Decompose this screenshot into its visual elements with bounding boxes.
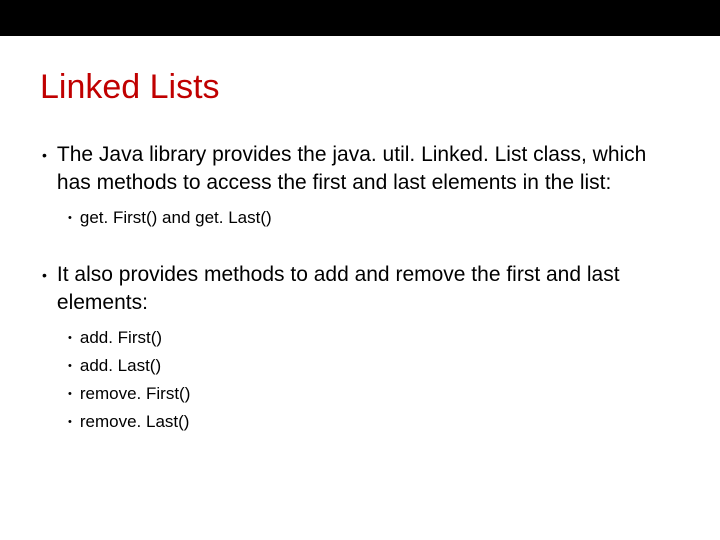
bullet-text: The Java library provides the java. util…: [57, 141, 680, 197]
bullet-dot: •: [42, 141, 47, 197]
bullet-level2: • add. Last(): [68, 355, 680, 377]
bullet-text: add. First(): [80, 327, 162, 349]
bullet-text: remove. First(): [80, 383, 191, 405]
bullet-level2: • add. First(): [68, 327, 680, 349]
bullet-level2: • remove. Last(): [68, 411, 680, 433]
bullet-dot: •: [68, 327, 72, 349]
bullet-dot: •: [68, 411, 72, 433]
bullet-dot: •: [68, 383, 72, 405]
top-bar: [0, 0, 720, 36]
bullet-level2: • get. First() and get. Last(): [68, 207, 680, 229]
bullet-text: It also provides methods to add and remo…: [57, 261, 680, 317]
bullet-dot: •: [42, 261, 47, 317]
bullet-level1: • It also provides methods to add and re…: [40, 261, 680, 317]
bullet-dot: •: [68, 207, 72, 229]
bullet-level1: • The Java library provides the java. ut…: [40, 141, 680, 197]
slide-title: Linked Lists: [40, 68, 680, 107]
bullet-level2: • remove. First(): [68, 383, 680, 405]
bullet-dot: •: [68, 355, 72, 377]
bullet-text: get. First() and get. Last(): [80, 207, 272, 229]
bullet-text: remove. Last(): [80, 411, 190, 433]
bullet-text: add. Last(): [80, 355, 161, 377]
slide-content: Linked Lists • The Java library provides…: [0, 36, 720, 433]
